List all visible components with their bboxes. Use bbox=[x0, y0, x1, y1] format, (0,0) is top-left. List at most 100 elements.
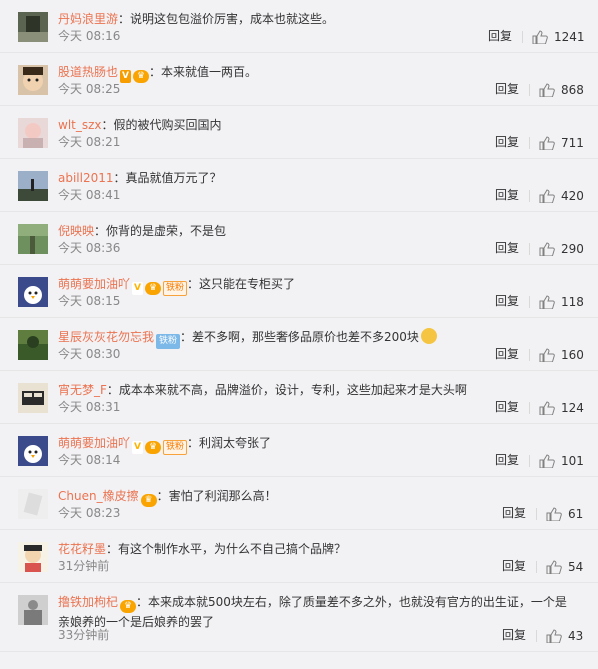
verified-v-icon: V bbox=[132, 282, 144, 295]
avatar[interactable] bbox=[18, 171, 48, 201]
avatar[interactable] bbox=[18, 330, 48, 360]
reply-button[interactable]: 回复 bbox=[495, 80, 519, 97]
like-button[interactable]: 1241 bbox=[532, 28, 585, 46]
comment-item: 倪映映：你背的是虚荣，不是包 今天 08:36 回复 290 bbox=[0, 212, 598, 265]
reply-button[interactable]: 回复 bbox=[495, 451, 519, 468]
reply-button[interactable]: 回复 bbox=[495, 133, 519, 150]
comment-text: 撸铁加枸杞 ♛ ：本来成本就500块左右，除了质量差不多之外，也就没有官方的出生证，… bbox=[58, 593, 568, 632]
comment-time: 今天 08:16 bbox=[58, 29, 121, 43]
avatar[interactable] bbox=[18, 277, 48, 307]
reply-button[interactable]: 回复 bbox=[488, 27, 512, 44]
comment-text: Chuen_橡皮擦 ♛ ：害怕了利润那么高！ bbox=[58, 487, 568, 507]
thumbs-up-icon bbox=[532, 30, 548, 45]
member-crown-icon: ♛ bbox=[145, 441, 162, 454]
username-link[interactable]: 萌萌要加油吖 bbox=[58, 436, 130, 450]
username-link[interactable]: 撸铁加枸杞 bbox=[58, 595, 118, 609]
avatar[interactable] bbox=[18, 383, 48, 413]
comment-body: ：差不多啊，那些奢侈品原价也差不多200块 bbox=[180, 330, 419, 344]
comment-item: 花花籽墨：有这个制作水平，为什么不自己搞个品牌？ 31分钟前 回复 54 bbox=[0, 530, 598, 583]
avatar[interactable] bbox=[18, 12, 48, 42]
reply-button[interactable]: 回复 bbox=[495, 398, 519, 415]
avatar[interactable] bbox=[18, 542, 48, 572]
avatar[interactable] bbox=[18, 224, 48, 254]
avatar[interactable] bbox=[18, 489, 48, 519]
reply-button[interactable]: 回复 bbox=[502, 557, 526, 574]
comment-item: 撸铁加枸杞 ♛ ：本来成本就500块左右，除了质量差不多之外，也就没有官方的出生证，… bbox=[0, 583, 598, 652]
thumbs-up-icon bbox=[539, 136, 555, 151]
reply-button[interactable]: 回复 bbox=[495, 292, 519, 309]
username-link[interactable]: 倪映映 bbox=[58, 224, 94, 238]
divider bbox=[529, 296, 530, 308]
like-button[interactable]: 124 bbox=[539, 399, 584, 417]
fan-badge: 铁粉 bbox=[163, 440, 188, 455]
comment-body: ：说明这包包溢价厉害，成本也就这些。 bbox=[118, 12, 335, 26]
username-link[interactable]: Chuen_橡皮擦 bbox=[58, 489, 139, 503]
avatar[interactable] bbox=[18, 65, 48, 95]
divider bbox=[529, 137, 530, 149]
avatar[interactable] bbox=[18, 595, 48, 625]
divider bbox=[536, 630, 537, 642]
thumbs-up-icon bbox=[539, 83, 555, 98]
like-count: 868 bbox=[561, 83, 584, 97]
comment-body: ：假的被代购买回国内 bbox=[101, 118, 222, 132]
comment-time: 今天 08:31 bbox=[58, 400, 121, 414]
reply-button[interactable]: 回复 bbox=[495, 186, 519, 203]
comment-item: 萌萌要加油吖 V ♛ 铁粉 ：利润太夸张了 今天 08:14 回复 101 bbox=[0, 424, 598, 477]
divider bbox=[529, 349, 530, 361]
comment-time: 今天 08:41 bbox=[58, 188, 121, 202]
username-link[interactable]: 股道热肠也 bbox=[58, 65, 118, 79]
like-button[interactable]: 160 bbox=[539, 346, 584, 364]
thumbs-up-icon bbox=[539, 454, 555, 469]
comment-item: wlt_szx：假的被代购买回国内 今天 08:21 回复 711 bbox=[0, 106, 598, 159]
comment-body: ：利润太夸张了 bbox=[187, 436, 272, 450]
like-button[interactable]: 43 bbox=[546, 627, 583, 645]
reply-button[interactable]: 回复 bbox=[502, 626, 526, 643]
username-link[interactable]: 星辰灰灰花勿忘我 bbox=[58, 330, 154, 344]
like-button[interactable]: 711 bbox=[539, 134, 584, 152]
member-crown-icon: ♛ bbox=[133, 70, 150, 83]
like-count: 43 bbox=[568, 629, 584, 643]
like-count: 711 bbox=[561, 136, 584, 150]
comment-body: ：你背的是虚荣，不是包 bbox=[94, 224, 227, 238]
like-button[interactable]: 61 bbox=[546, 505, 583, 523]
comment-item: 宵无梦_F：成本本来就不高，品牌溢价，设计，专利，这些加起来才是大头啊 今天 0… bbox=[0, 371, 598, 424]
fan-badge: 铁粉 bbox=[163, 281, 188, 296]
avatar[interactable] bbox=[18, 436, 48, 466]
comment-item: 股道热肠也 V ♛ ：本来就值一两百。 今天 08:25 回复 868 bbox=[0, 53, 598, 106]
like-count: 1241 bbox=[554, 30, 585, 44]
comment-body: ：成本本来就不高，品牌溢价，设计，专利，这些加起来才是大头啊 bbox=[106, 383, 467, 397]
comment-item: abill2011：真品就值万元了？ 今天 08:41 回复 420 bbox=[0, 159, 598, 212]
thumbs-up-icon bbox=[546, 507, 562, 522]
comment-time: 今天 08:14 bbox=[58, 453, 121, 467]
username-link[interactable]: 萌萌要加油吖 bbox=[58, 277, 130, 291]
member-crown-icon: ♛ bbox=[145, 282, 162, 295]
like-button[interactable]: 868 bbox=[539, 81, 584, 99]
like-button[interactable]: 118 bbox=[539, 293, 584, 311]
thumbs-up-icon bbox=[539, 295, 555, 310]
like-button[interactable]: 54 bbox=[546, 558, 583, 576]
like-count: 160 bbox=[561, 348, 584, 362]
thumbs-up-icon bbox=[539, 348, 555, 363]
comment-time: 今天 08:21 bbox=[58, 135, 121, 149]
username-link[interactable]: 丹妈浪里游 bbox=[58, 12, 118, 26]
comment-time: 31分钟前 bbox=[58, 559, 110, 573]
comment-item: Chuen_橡皮擦 ♛ ：害怕了利润那么高！ 今天 08:23 回复 61 bbox=[0, 477, 598, 530]
comment-text: 星辰灰灰花勿忘我 铁粉 ：差不多啊，那些奢侈品原价也差不多200块 bbox=[58, 328, 568, 349]
comment-item: 丹妈浪里游：说明这包包溢价厉害，成本也就这些。 今天 08:16 回复 1241 bbox=[0, 0, 598, 53]
reply-button[interactable]: 回复 bbox=[495, 239, 519, 256]
reply-button[interactable]: 回复 bbox=[495, 345, 519, 362]
comment-list: 丹妈浪里游：说明这包包溢价厉害，成本也就这些。 今天 08:16 回复 1241… bbox=[0, 0, 598, 652]
comment-body: ：本来就值一两百。 bbox=[149, 65, 258, 79]
username-link[interactable]: wlt_szx bbox=[58, 118, 102, 132]
verified-v-icon: V bbox=[132, 441, 144, 454]
username-link[interactable]: abill2011 bbox=[58, 171, 114, 185]
like-button[interactable]: 290 bbox=[539, 240, 584, 258]
username-link[interactable]: 花花籽墨 bbox=[58, 542, 106, 556]
username-link[interactable]: 宵无梦_F bbox=[58, 383, 107, 397]
avatar[interactable] bbox=[18, 118, 48, 148]
comment-time: 今天 08:23 bbox=[58, 506, 121, 520]
like-button[interactable]: 420 bbox=[539, 187, 584, 205]
like-button[interactable]: 101 bbox=[539, 452, 584, 470]
reply-button[interactable]: 回复 bbox=[502, 504, 526, 521]
thumbs-up-icon bbox=[539, 189, 555, 204]
